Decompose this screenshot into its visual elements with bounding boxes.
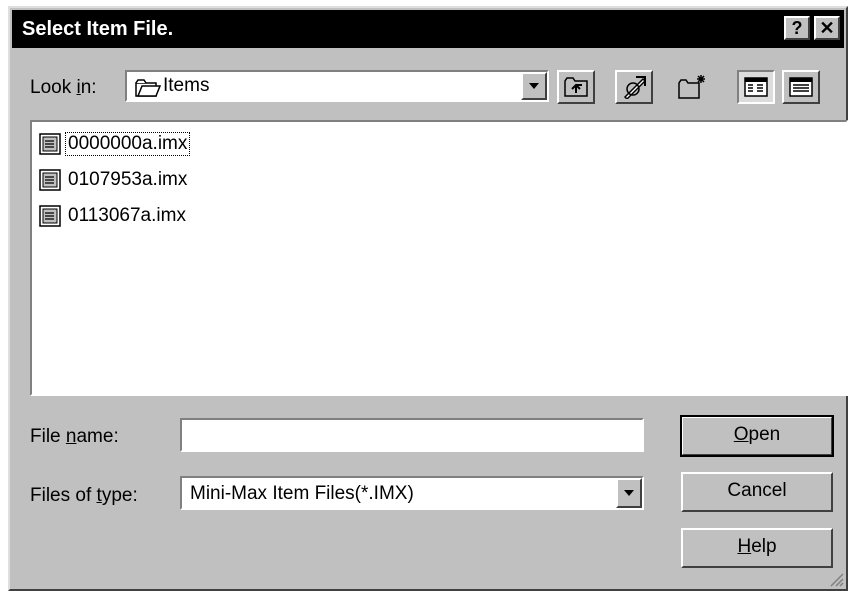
document-icon [39, 133, 61, 155]
look-in-dropdown-button[interactable] [521, 72, 547, 100]
look-in-value: Items [163, 75, 210, 96]
chevron-down-icon [529, 83, 539, 89]
file-type-dropdown-button[interactable] [616, 478, 642, 508]
new-folder-icon [678, 75, 705, 99]
dialog-title: Select Item File. [22, 18, 174, 40]
document-icon [39, 205, 61, 227]
document-icon [39, 169, 61, 191]
file-type-label: Files of type: [30, 485, 138, 507]
list-item[interactable]: 0107953a.imx [38, 166, 189, 194]
file-name: 0113067a.imx [68, 205, 186, 226]
list-item[interactable]: 0000000a.imx [38, 130, 191, 158]
help-button-accel: H [737, 536, 752, 557]
look-in-label-part: Look [30, 77, 77, 98]
close-button[interactable]: ✕ [814, 16, 840, 40]
file-name: 0000000a.imx [64, 132, 191, 156]
chevron-down-icon [624, 490, 634, 496]
file-name: 0107953a.imx [68, 169, 188, 190]
up-one-level-button[interactable] [557, 70, 595, 104]
details-view-button[interactable] [782, 70, 820, 104]
help-title-button[interactable]: ? [784, 16, 810, 40]
file-name-label-accel: n [65, 426, 77, 447]
desktop-button[interactable] [615, 70, 653, 104]
list-item[interactable]: 0113067a.imx [38, 202, 188, 230]
look-in-label: Look in: [30, 77, 97, 99]
title-bar[interactable]: Select Item File. ? ✕ [12, 10, 844, 48]
file-type-combobox[interactable]: Mini-Max Item Files(*.IMX) [180, 476, 644, 510]
look-in-combobox[interactable]: Items [125, 70, 549, 102]
desktop-icon [623, 76, 647, 99]
cancel-button[interactable]: Cancel [681, 472, 833, 512]
list-view-button[interactable] [737, 70, 775, 104]
file-list[interactable]: 0000000a.imx 0107953a.imx 0113067a.imx [30, 120, 848, 396]
open-button-accel: O [733, 424, 749, 445]
file-type-label-part: ype: [101, 485, 138, 506]
details-view-icon [789, 77, 813, 97]
file-dialog: Select Item File. ? ✕ Look in: Items 000… [8, 6, 848, 591]
file-name-label-part: ame: [76, 426, 119, 447]
look-in-label-part: n: [80, 77, 97, 98]
file-name-label: File name: [30, 426, 119, 448]
open-button-label: pen [748, 424, 781, 445]
resize-grip-icon[interactable] [828, 571, 844, 587]
folder-icon [135, 79, 161, 97]
open-button[interactable]: Open [680, 415, 834, 457]
help-button-label: elp [751, 536, 777, 557]
list-view-icon [744, 77, 768, 97]
file-name-input[interactable] [180, 418, 644, 452]
up-folder-icon [564, 77, 588, 97]
file-name-label-part: File [30, 426, 66, 447]
create-new-folder-button[interactable] [673, 70, 711, 104]
file-type-value: Mini-Max Item Files(*.IMX) [190, 483, 414, 504]
file-type-label-part: Files of [30, 485, 97, 506]
help-button[interactable]: Help [681, 528, 833, 568]
